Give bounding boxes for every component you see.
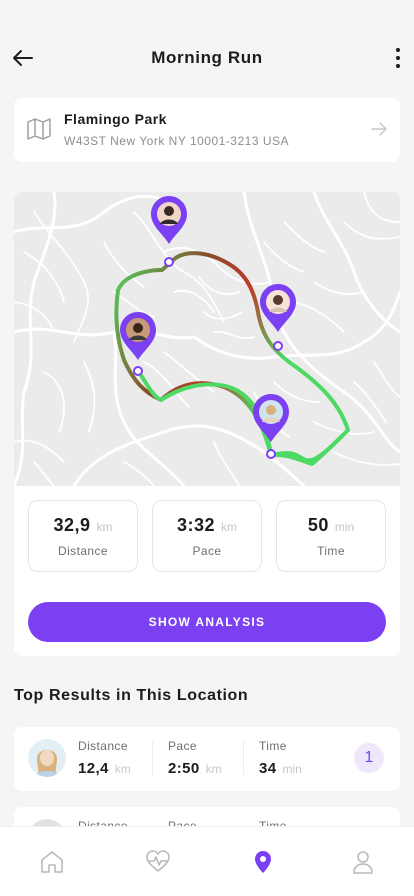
stat-pace-label: Pace [192, 544, 222, 558]
more-button[interactable] [390, 44, 406, 72]
location-name: Flamingo Park [64, 111, 167, 127]
result-time: Time 34 min [259, 739, 302, 778]
page-title: Morning Run [151, 48, 263, 67]
result-pace-value: 2:50 [168, 760, 200, 777]
stat-distance-label: Distance [58, 544, 108, 558]
divider [152, 741, 153, 775]
nav-profile[interactable] [350, 849, 376, 875]
user-icon [353, 851, 373, 874]
heart-rate-icon [146, 850, 170, 872]
run-summary-card: 32,9 km Distance 3:32 km Pace 50 min Time S… [14, 192, 400, 656]
rank-badge: 1 [354, 743, 384, 773]
result-time-unit: min [282, 762, 302, 776]
result-pace-unit: km [205, 762, 222, 776]
avatar [28, 739, 66, 777]
result-pace-label: Pace [168, 739, 197, 753]
arrow-right-icon[interactable] [370, 120, 388, 138]
result-distance: Distance 12,4 km [78, 739, 131, 778]
result-distance-unit: km [114, 762, 131, 776]
divider [243, 741, 244, 775]
result-distance-value: 12,4 [78, 760, 109, 777]
stat-time-unit: min [334, 520, 355, 534]
stat-distance-unit: km [96, 520, 113, 534]
result-row[interactable]: Distance 12,4 km Pace 2:50 km Time 34 min 1 [14, 727, 400, 791]
location-address: W43ST New York NY 10001-3213 USA [64, 134, 290, 148]
stat-time-label: Time [317, 544, 345, 558]
home-icon [41, 851, 63, 873]
top-results-title: Top Results in This Location [14, 687, 249, 704]
stat-time-value: 50 [307, 515, 329, 535]
stat-distance-value: 32,9 [53, 515, 91, 535]
map-icon [27, 118, 51, 140]
route-path [114, 251, 350, 466]
result-time-label: Time [259, 739, 287, 753]
nav-activity[interactable] [145, 849, 171, 875]
location-pin-icon [255, 851, 271, 873]
show-analysis-button[interactable]: SHOW ANALYSIS [28, 602, 386, 642]
location-card[interactable]: Flamingo Park W43ST New York NY 10001-32… [14, 98, 400, 162]
map-streets [14, 192, 400, 486]
header: Morning Run [0, 0, 414, 100]
stat-pace-unit: km [221, 520, 238, 534]
result-distance-label: Distance [78, 739, 128, 753]
nav-location[interactable] [250, 849, 276, 875]
result-time-value: 34 [259, 760, 277, 777]
route-map[interactable] [14, 192, 400, 486]
nav-home[interactable] [39, 849, 65, 875]
more-vertical-icon [396, 48, 400, 68]
stat-pace: 3:32 km Pace [152, 500, 262, 572]
bottom-nav [0, 826, 414, 896]
stat-distance: 32,9 km Distance [28, 500, 138, 572]
map-canvas [14, 192, 400, 486]
result-pace: Pace 2:50 km [168, 739, 222, 778]
stat-time: 50 min Time [276, 500, 386, 572]
stat-pace-value: 3:32 [176, 515, 216, 535]
runner-pin-2[interactable] [260, 284, 296, 351]
